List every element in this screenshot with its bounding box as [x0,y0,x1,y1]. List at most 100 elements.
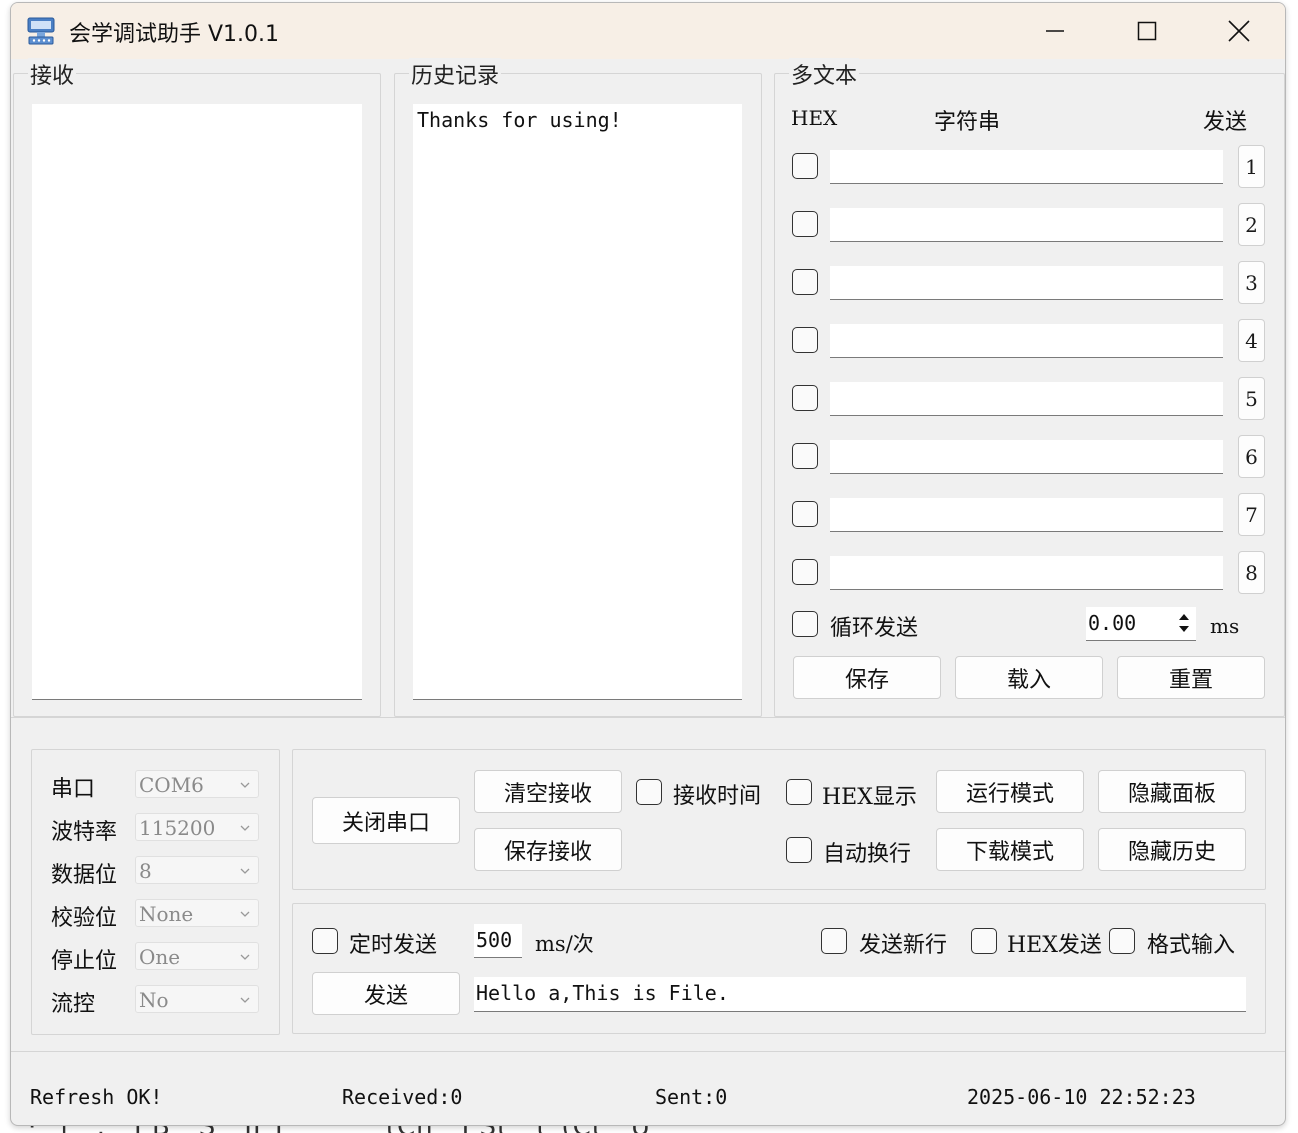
send-newline-label: 发送新行 [859,933,948,958]
flow-combobox[interactable]: No [135,985,259,1013]
hex-row-checkbox[interactable] [792,211,818,237]
send-column-header: 发送 [1203,110,1248,135]
hex-row-checkbox[interactable] [792,443,818,469]
multitext-string-input[interactable] [830,266,1223,300]
panel-separator [11,717,1285,718]
multitext-string-input[interactable] [830,498,1223,532]
auto-wrap-label: 自动换行 [823,842,912,867]
hex-display-checkbox[interactable] [786,779,812,805]
multitext-group-title: 多文本 [789,58,860,90]
send-interval-input[interactable]: 500 [474,924,522,958]
multitext-send-button[interactable]: 8 [1238,551,1265,594]
minimize-icon [1046,30,1064,32]
multitext-send-button[interactable]: 7 [1238,493,1265,536]
multitext-string-input[interactable] [830,382,1223,416]
minimize-button[interactable] [1009,3,1101,59]
spin-down-icon[interactable] [1174,623,1194,636]
stopbits-combobox[interactable]: One [135,942,259,970]
loop-send-label: 循环发送 [830,616,919,641]
maximize-button[interactable] [1101,3,1193,59]
multitext-send-button[interactable]: 6 [1238,435,1265,478]
close-button[interactable] [1193,3,1285,59]
load-multitext-button[interactable]: 载入 [955,656,1103,699]
multitext-send-button[interactable]: 1 [1238,145,1265,188]
auto-wrap-checkbox[interactable] [786,837,812,863]
receive-time-label: 接收时间 [673,784,762,809]
receive-group-title: 接收 [28,58,77,90]
status-datetime: 2025-06-10 22:52:23 [967,1085,1196,1109]
save-multitext-button[interactable]: 保存 [793,656,941,699]
send-newline-checkbox[interactable] [821,928,847,954]
multitext-send-button[interactable]: 2 [1238,203,1265,246]
close-icon [1228,20,1250,42]
stopbits-label: 停止位 [51,949,118,974]
history-textarea[interactable]: Thanks for using! [413,104,742,700]
hex-row-checkbox[interactable] [792,153,818,179]
multitext-send-button[interactable]: 3 [1238,261,1265,304]
hex-row-checkbox[interactable] [792,559,818,585]
save-receive-button[interactable]: 保存接收 [474,828,622,871]
title-bar[interactable]: 会学调试助手 V1.0.1 [11,3,1285,59]
chevron-down-icon [240,825,250,831]
baud-value: 115200 [139,816,216,840]
clear-receive-button[interactable]: 清空接收 [474,770,622,813]
multitext-string-input[interactable] [830,324,1223,358]
multitext-send-button[interactable]: 5 [1238,377,1265,420]
port-value: COM6 [139,773,204,797]
parity-value: None [139,902,194,926]
hex-display-label: HEX显示 [822,785,917,810]
reset-multitext-button[interactable]: 重置 [1117,656,1265,699]
hex-row-checkbox[interactable] [792,385,818,411]
serial-port-app-icon [27,17,55,45]
status-separator [11,1051,1285,1052]
multitext-string-input[interactable] [830,556,1223,590]
multitext-string-input[interactable] [830,208,1223,242]
baud-label: 波特率 [51,820,118,845]
receive-time-checkbox[interactable] [636,779,662,805]
flow-label: 流控 [51,992,96,1017]
send-text-input[interactable]: Hello a,This is File. [474,977,1246,1012]
port-combobox[interactable]: COM6 [135,770,259,798]
hide-panel-button[interactable]: 隐藏面板 [1098,770,1246,813]
chevron-down-icon [240,954,250,960]
parity-label: 校验位 [51,906,118,931]
status-message: Refresh OK! [30,1085,163,1109]
history-group-title: 历史记录 [409,58,502,90]
run-mode-button[interactable]: 运行模式 [936,770,1084,813]
hex-send-checkbox[interactable] [971,928,997,954]
send-button[interactable]: 发送 [312,972,460,1015]
loop-send-checkbox[interactable] [792,611,818,637]
hex-send-label: HEX发送 [1007,933,1102,958]
hex-row-checkbox[interactable] [792,327,818,353]
send-interval-unit: ms/次 [535,932,594,956]
receive-textarea[interactable] [32,104,362,700]
databits-label: 数据位 [51,863,118,888]
timed-send-checkbox[interactable] [312,928,338,954]
hide-history-button[interactable]: 隐藏历史 [1098,828,1246,871]
format-input-label: 格式输入 [1147,933,1236,958]
databits-combobox[interactable]: 8 [135,856,259,884]
spin-up-icon[interactable] [1174,610,1194,623]
multitext-string-input[interactable] [830,440,1223,474]
parity-combobox[interactable]: None [135,899,259,927]
multitext-send-button[interactable]: 4 [1238,319,1265,362]
string-column-header: 字符串 [934,110,1001,135]
app-window: 会学调试助手 V1.0.1 接收 历史记录 Thanks for using! … [10,2,1286,1126]
close-port-button[interactable]: 关闭串口 [312,797,460,844]
format-input-checkbox[interactable] [1109,928,1135,954]
port-label: 串口 [51,777,96,802]
loop-unit-label: ms [1210,614,1240,638]
chevron-down-icon [240,997,250,1003]
baud-combobox[interactable]: 115200 [135,813,259,841]
hex-row-checkbox[interactable] [792,501,818,527]
window-title: 会学调试助手 V1.0.1 [69,22,280,47]
hex-column-header: HEX [791,106,838,130]
timed-send-label: 定时发送 [349,933,438,958]
maximize-icon [1137,21,1157,41]
stopbits-value: One [139,945,181,969]
download-mode-button[interactable]: 下载模式 [936,828,1084,871]
chevron-down-icon [240,911,250,917]
multitext-string-input[interactable] [830,150,1223,184]
hex-row-checkbox[interactable] [792,269,818,295]
sent-count: Sent:0 [655,1085,728,1109]
